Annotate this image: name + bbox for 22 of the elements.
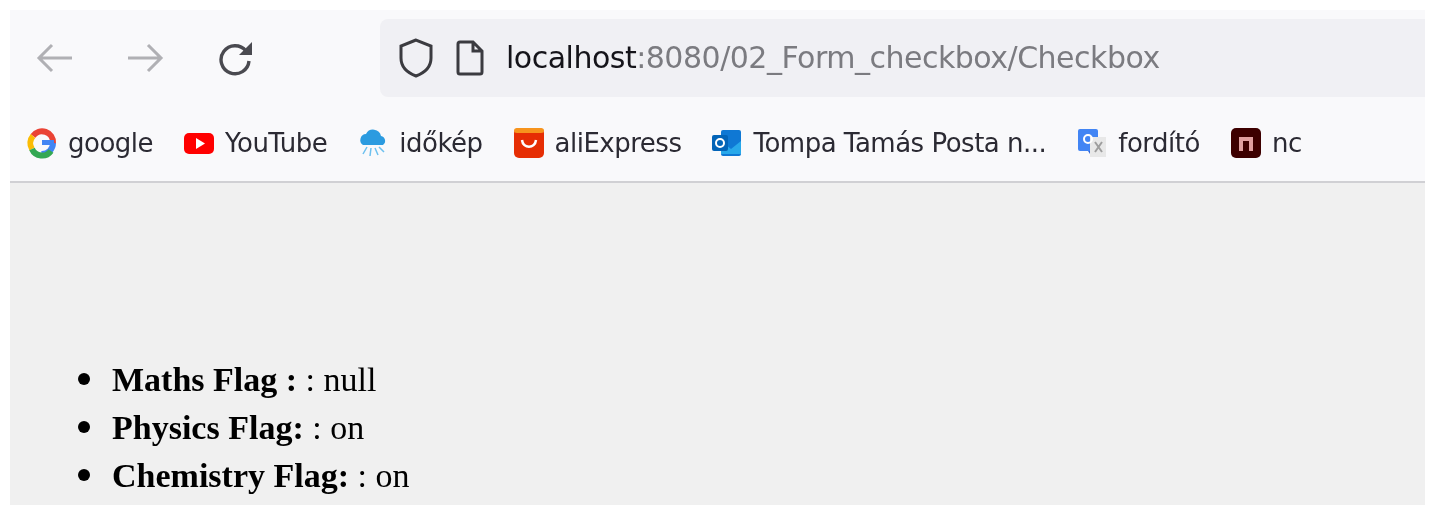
g-logo-icon — [26, 127, 58, 159]
bookmark[interactable]: Tompa Tamás Posta n... — [711, 123, 1047, 163]
bookmark[interactable]: aliExpress — [512, 123, 682, 163]
bookmark[interactable]: időkép — [357, 123, 483, 163]
page-icon — [456, 39, 484, 76]
translate-icon — [1076, 127, 1109, 159]
mail-icon — [711, 127, 744, 159]
address-bar[interactable]: localhost:8080/02_Form_checkbox/Checkbox — [380, 18, 1425, 97]
bookmark[interactable]: YouTube — [183, 123, 328, 163]
bookmark[interactable]: nc — [1229, 123, 1302, 163]
list-item-text: Physics Flag: : on — [112, 407, 365, 448]
bullet-icon — [78, 421, 90, 433]
square-app-icon — [1229, 127, 1262, 159]
list-item-text: Maths Flag : : null — [112, 359, 377, 400]
bullet-icon — [78, 373, 90, 385]
bullet-icon — [78, 469, 90, 481]
bag-icon — [512, 127, 545, 159]
shield-icon[interactable] — [398, 37, 434, 78]
list-item-text: Chemistry Flag: : on — [112, 455, 410, 496]
url-text: localhost:8080/02_Form_checkbox/Checkbox — [506, 39, 1160, 77]
bookmark[interactable]: fordító — [1076, 123, 1200, 163]
bookmark[interactable]: google — [26, 123, 154, 163]
